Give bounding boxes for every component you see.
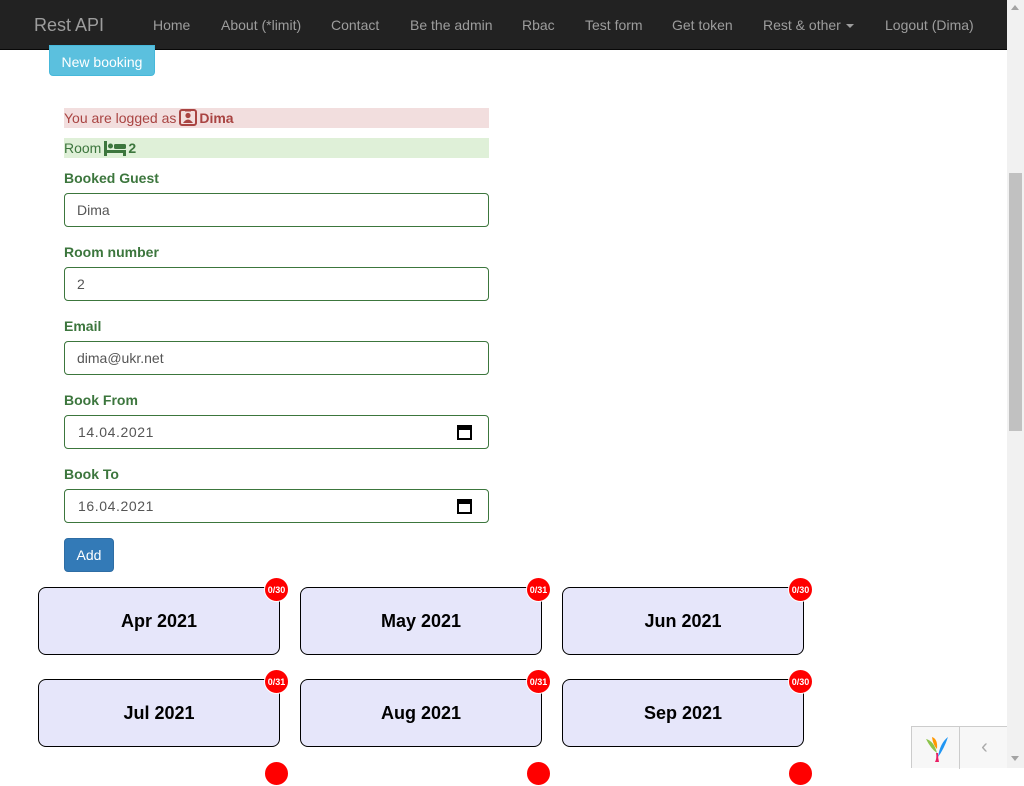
month-card-sep-2021[interactable]: Sep 2021 bbox=[562, 679, 804, 747]
room-number-input[interactable]: 2 bbox=[64, 267, 489, 301]
month-badge: 0/30 bbox=[788, 669, 813, 694]
nav-logout[interactable]: Logout (Dima) bbox=[885, 16, 974, 34]
nav-test-form[interactable]: Test form bbox=[585, 16, 643, 34]
month-badge: 0/31 bbox=[526, 669, 551, 694]
book-from-label: Book From bbox=[64, 392, 138, 408]
month-badge: 0/31 bbox=[526, 577, 551, 602]
nav-rbac[interactable]: Rbac bbox=[522, 16, 555, 34]
month-badge: 0/31 bbox=[264, 669, 289, 694]
bed-icon bbox=[104, 141, 127, 156]
room-text: Room bbox=[64, 140, 102, 156]
month-badge-partial bbox=[526, 761, 551, 786]
month-label: Jul 2021 bbox=[123, 703, 195, 723]
yii-logo[interactable] bbox=[922, 733, 952, 763]
room-alert: Room 2 bbox=[64, 138, 489, 158]
month-card-aug-2021[interactable]: Aug 2021 bbox=[300, 679, 542, 747]
scroll-thumb[interactable] bbox=[1009, 173, 1022, 431]
nav-rest-other-dropdown[interactable]: Rest & other bbox=[763, 16, 854, 34]
book-to-value: 16.04.2021 bbox=[78, 498, 155, 514]
nav-get-token[interactable]: Get token bbox=[672, 16, 733, 34]
month-label: Sep 2021 bbox=[643, 703, 723, 723]
brand-link[interactable]: Rest API bbox=[34, 15, 104, 35]
scroll-down-arrow-icon[interactable] bbox=[1011, 756, 1019, 761]
logged-user-name: Dima bbox=[199, 110, 234, 126]
email-input[interactable]: dima@ukr.net bbox=[64, 341, 489, 375]
month-label: Jun 2021 bbox=[644, 611, 722, 631]
nav-home[interactable]: Home bbox=[153, 16, 190, 34]
page-scrollbar[interactable] bbox=[1007, 0, 1024, 768]
calendar-icon[interactable] bbox=[457, 424, 472, 440]
nav-be-the-admin[interactable]: Be the admin bbox=[410, 16, 493, 34]
month-label: Apr 2021 bbox=[120, 611, 198, 631]
month-card-apr-2021[interactable]: Apr 2021 bbox=[38, 587, 280, 655]
new-booking-button[interactable]: New booking bbox=[49, 45, 155, 76]
scroll-up-arrow-icon[interactable] bbox=[1011, 5, 1019, 10]
yii-debug-toolbar: ‹ bbox=[911, 726, 1009, 769]
month-card-jun-2021[interactable]: Jun 2021 bbox=[562, 587, 804, 655]
caret-down-icon bbox=[845, 24, 854, 29]
room-number-value: 2 bbox=[128, 140, 137, 156]
user-icon bbox=[179, 109, 198, 126]
book-to-label: Book To bbox=[64, 466, 119, 482]
month-card-jul-2021[interactable]: Jul 2021 bbox=[38, 679, 280, 747]
booked-guest-label: Booked Guest bbox=[64, 170, 159, 186]
nav-contact[interactable]: Contact bbox=[331, 16, 379, 34]
month-card-may-2021[interactable]: May 2021 bbox=[300, 587, 542, 655]
month-badge: 0/30 bbox=[788, 577, 813, 602]
chevron-left-icon[interactable]: ‹ bbox=[959, 727, 1009, 769]
book-to-input[interactable]: 16.04.2021 bbox=[64, 489, 489, 523]
book-from-value: 14.04.2021 bbox=[78, 424, 155, 440]
logged-as-alert: You are logged as Dima bbox=[64, 108, 489, 128]
calendar-icon[interactable] bbox=[457, 498, 472, 514]
add-button[interactable]: Add bbox=[64, 538, 114, 572]
month-label: Aug 2021 bbox=[380, 703, 462, 723]
room-number-label: Room number bbox=[64, 244, 159, 260]
month-label: May 2021 bbox=[380, 611, 462, 631]
booked-guest-input[interactable]: Dima bbox=[64, 193, 489, 227]
nav-rest-other-label: Rest & other bbox=[763, 17, 841, 33]
month-badge-partial bbox=[788, 761, 813, 786]
book-from-input[interactable]: 14.04.2021 bbox=[64, 415, 489, 449]
email-label: Email bbox=[64, 318, 102, 334]
month-badge: 0/30 bbox=[264, 577, 289, 602]
logged-as-text: You are logged as bbox=[64, 110, 177, 126]
month-badge-partial bbox=[264, 761, 289, 786]
top-navbar: Rest API Home About (*limit) Contact Be … bbox=[0, 0, 1007, 50]
nav-about[interactable]: About (*limit) bbox=[221, 16, 301, 34]
